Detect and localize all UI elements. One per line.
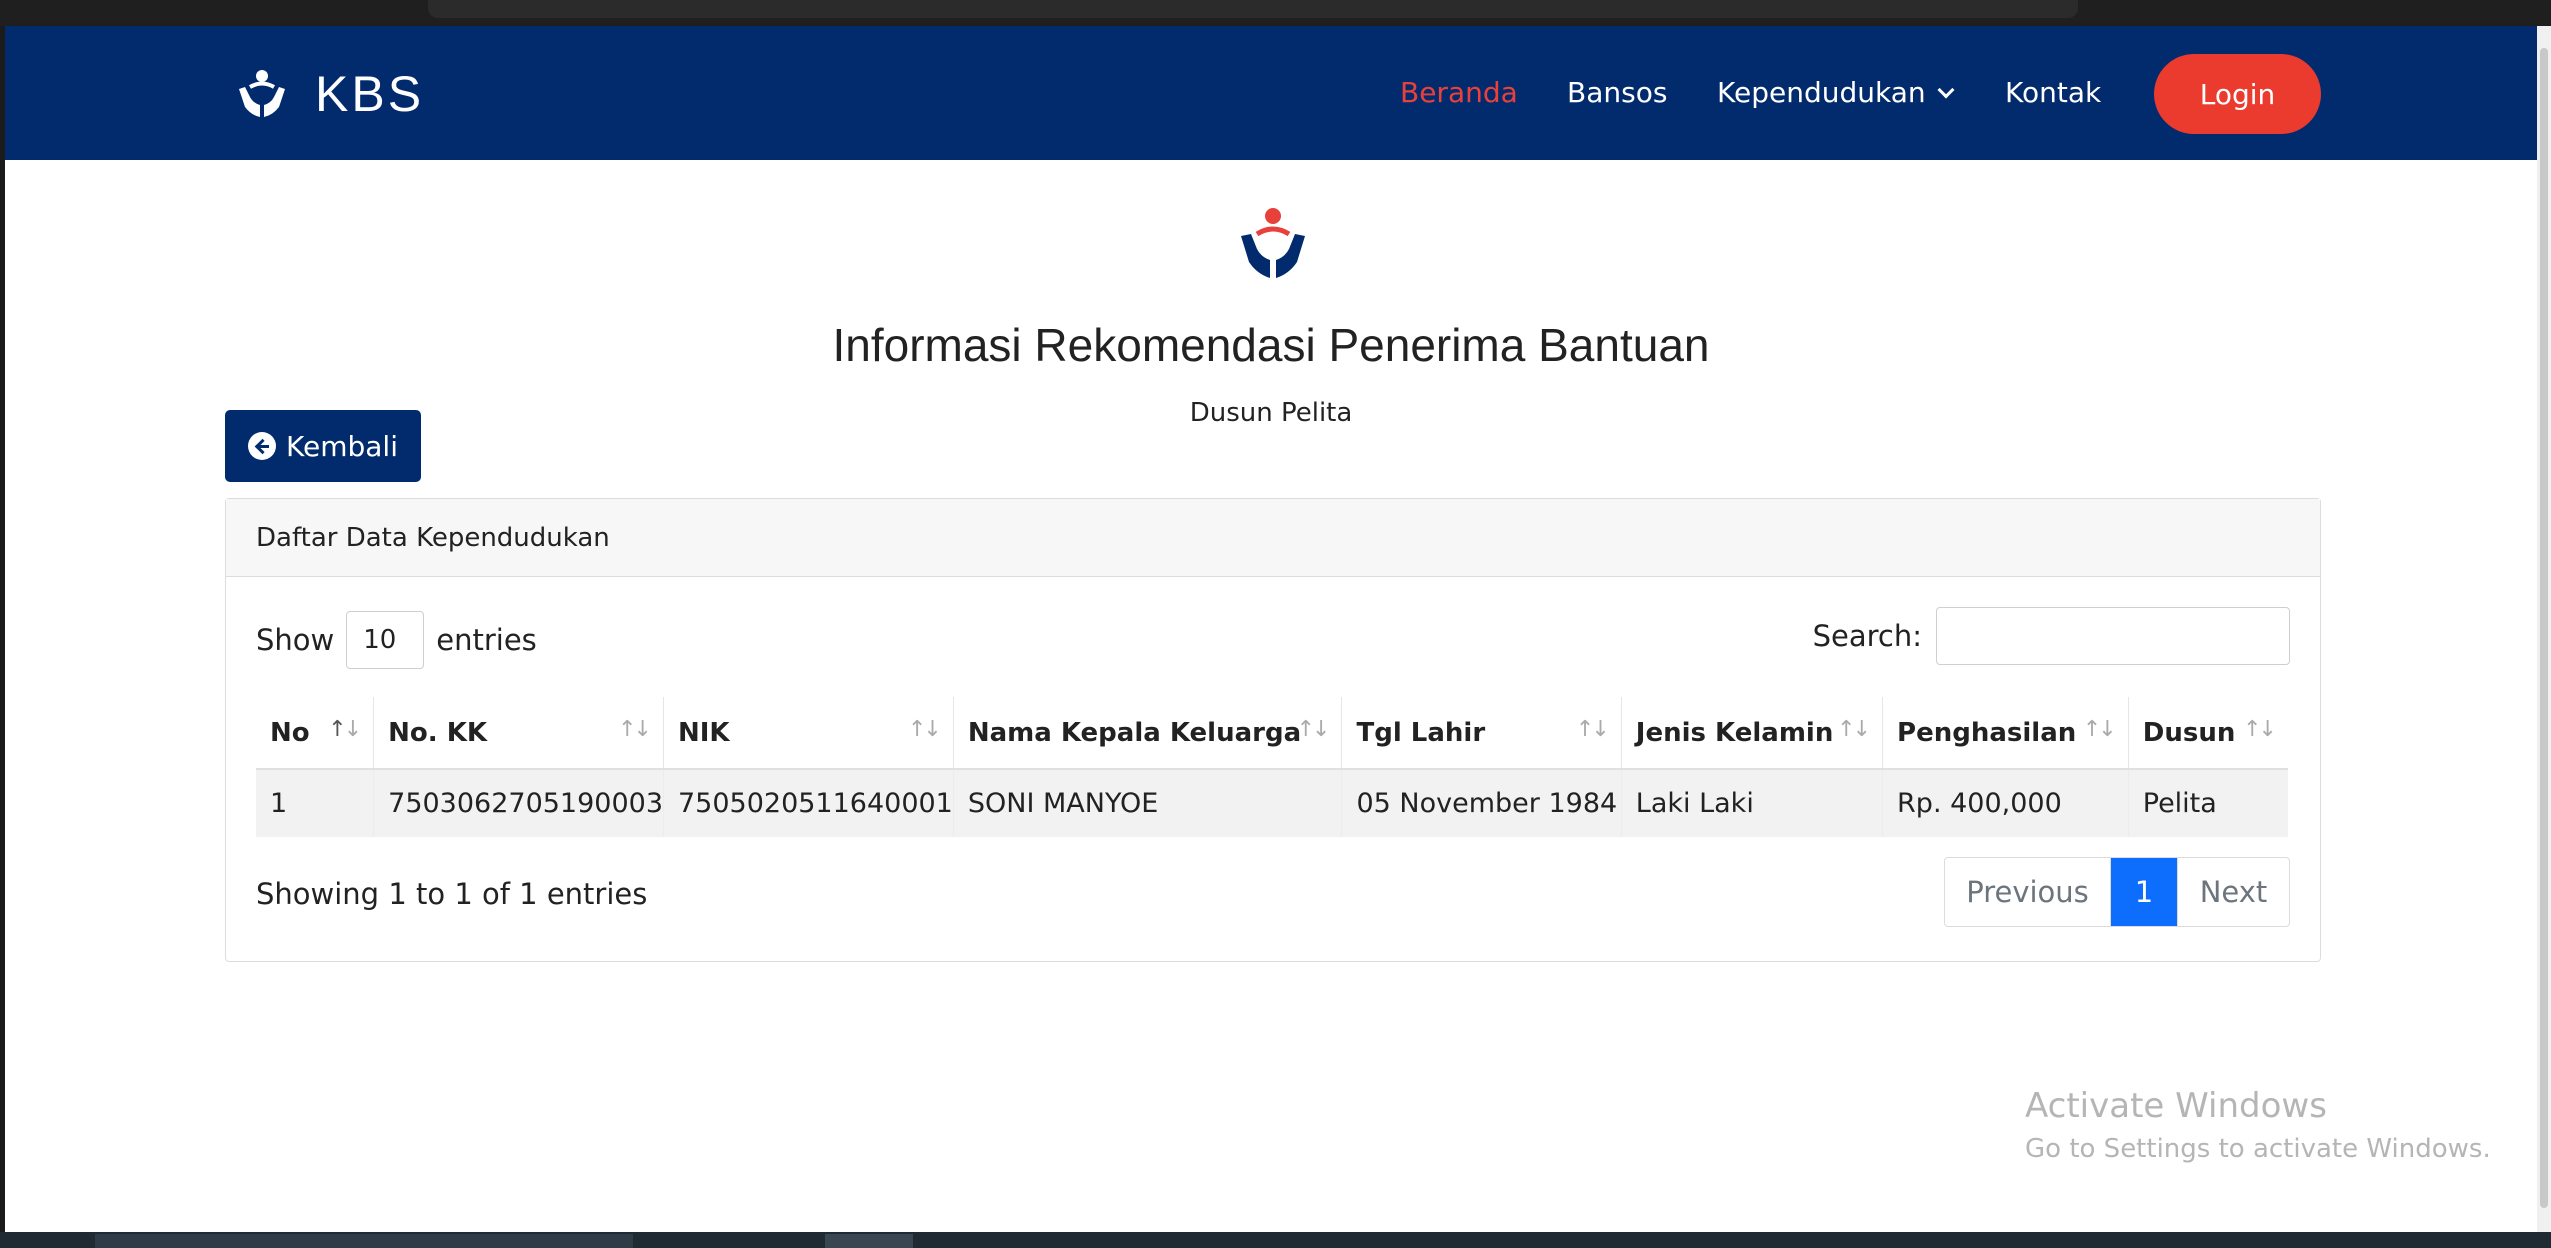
table-header-row: No ↑↓ No. KK ↑↓ NIK ↑↓ Nama Kepala Keluarga… [256,697,2288,770]
login-button[interactable]: Login [2154,54,2321,134]
table-info: Showing 1 to 1 of 1 entries [256,877,648,911]
column-header-label: No. KK [388,717,487,748]
column-header-tgl-lahir[interactable]: Tgl Lahir ↑↓ [1341,697,1622,770]
browser-top-bar [0,0,2551,26]
charity-hands-logo-icon [1241,208,1305,278]
cell-no-kk: 7503062705190003 [373,769,664,837]
back-button-label: Kembali [286,429,398,463]
brand[interactable]: KBS [235,66,424,122]
data-table: No ↑↓ No. KK ↑↓ NIK ↑↓ Nama Kepala Keluarga… [256,697,2288,837]
back-button[interactable]: Kembali [225,410,421,482]
page-length-control: Show 10 entries [256,611,537,669]
entries-label: entries [436,623,537,657]
column-header-no-kk[interactable]: No. KK ↑↓ [373,697,664,770]
column-header-label: Nama Kepala Keluarga [967,717,1302,748]
column-header-label: No [270,717,310,748]
column-header-label: Tgl Lahir [1356,717,1486,748]
watermark-line-1: Activate Windows [2025,1086,2327,1126]
page-1-button[interactable]: 1 [2111,858,2177,926]
sort-icon: ↑↓ [907,717,942,742]
navbar: KBS Beranda Bansos Kependudukan Kontak L… [5,26,2537,160]
taskbar [0,1232,2551,1248]
column-header-no[interactable]: No ↑↓ [256,697,375,770]
chevron-down-icon [1937,81,1955,99]
sort-icon: ↑↓ [2082,717,2117,742]
sort-icon: ↑↓ [2243,717,2277,742]
cell-dusun: Pelita [2128,769,2288,837]
nav-link-beranda[interactable]: Beranda [1400,76,1518,109]
column-header-label: Penghasilan [1897,717,2077,748]
windows-activation-watermark: Activate Windows Go to Settings to activ… [2025,1086,2491,1164]
column-header-label: Jenis Kelamin [1635,717,1834,748]
cell-jenis-kelamin: Laki Laki [1621,769,1884,837]
nav-link-kependudukan-label: Kependudukan [1717,76,1926,109]
page-title: Informasi Rekomendasi Penerima Bantuan [832,319,1710,371]
sort-icon: ↑↓ [328,717,362,742]
nav-link-kependudukan[interactable]: Kependudukan [1717,76,1955,109]
taskbar-app[interactable] [825,1234,913,1248]
search-label: Search: [1812,619,1922,653]
cell-tgl-lahir: 05 November 1984 [1341,769,1622,837]
page-viewport: KBS Beranda Bansos Kependudukan Kontak L… [5,26,2537,1232]
brand-name: KBS [315,66,425,122]
cell-penghasilan: Rp. 400,000 [1882,769,2129,837]
cell-nik: 7505020511640001 [663,769,954,837]
sort-icon: ↑↓ [1296,717,1331,742]
column-header-label: Dusun [2142,717,2236,748]
data-card: Daftar Data Kependudukan Show 10 entries… [225,498,2321,962]
column-header-nama-kepala-keluarga[interactable]: Nama Kepala Keluarga ↑↓ [953,697,1343,770]
column-header-dusun[interactable]: Dusun ↑↓ [2128,697,2288,770]
address-bar[interactable] [428,0,2078,18]
cell-nama-kepala-keluarga: SONI MANYOE [953,769,1343,837]
sort-icon: ↑↓ [1837,717,1871,742]
page-length-select[interactable]: 10 [346,611,425,669]
column-header-jenis-kelamin[interactable]: Jenis Kelamin ↑↓ [1621,697,1884,770]
table-row: 1 7503062705190003 7505020511640001 SONI… [256,769,2288,837]
watermark-line-2: Go to Settings to activate Windows. [2025,1134,2491,1164]
column-header-penghasilan[interactable]: Penghasilan ↑↓ [1882,697,2129,770]
show-label: Show [256,623,335,657]
card-title: Daftar Data Kependudukan [226,499,2320,577]
page-scrollbar[interactable] [2537,26,2551,1232]
scrollbar-thumb[interactable] [2540,48,2548,1208]
arrow-left-circle-icon [248,432,277,460]
next-page-button[interactable]: Next [2177,858,2289,926]
column-header-label: NIK [678,717,730,748]
search-input[interactable] [1936,607,2290,665]
sort-icon: ↑↓ [1575,717,1610,742]
search-control: Search: [1813,607,2290,665]
sort-icon: ↑↓ [618,717,652,742]
previous-page-button[interactable]: Previous [1945,858,2111,926]
charity-hands-icon [239,70,285,117]
column-header-nik[interactable]: NIK ↑↓ [663,697,954,770]
taskbar-search[interactable] [95,1234,633,1248]
pagination: Previous 1 Next [1944,857,2290,927]
nav-link-bansos[interactable]: Bansos [1567,76,1667,109]
cell-no: 1 [256,769,375,837]
nav-link-kontak[interactable]: Kontak [2005,76,2101,109]
